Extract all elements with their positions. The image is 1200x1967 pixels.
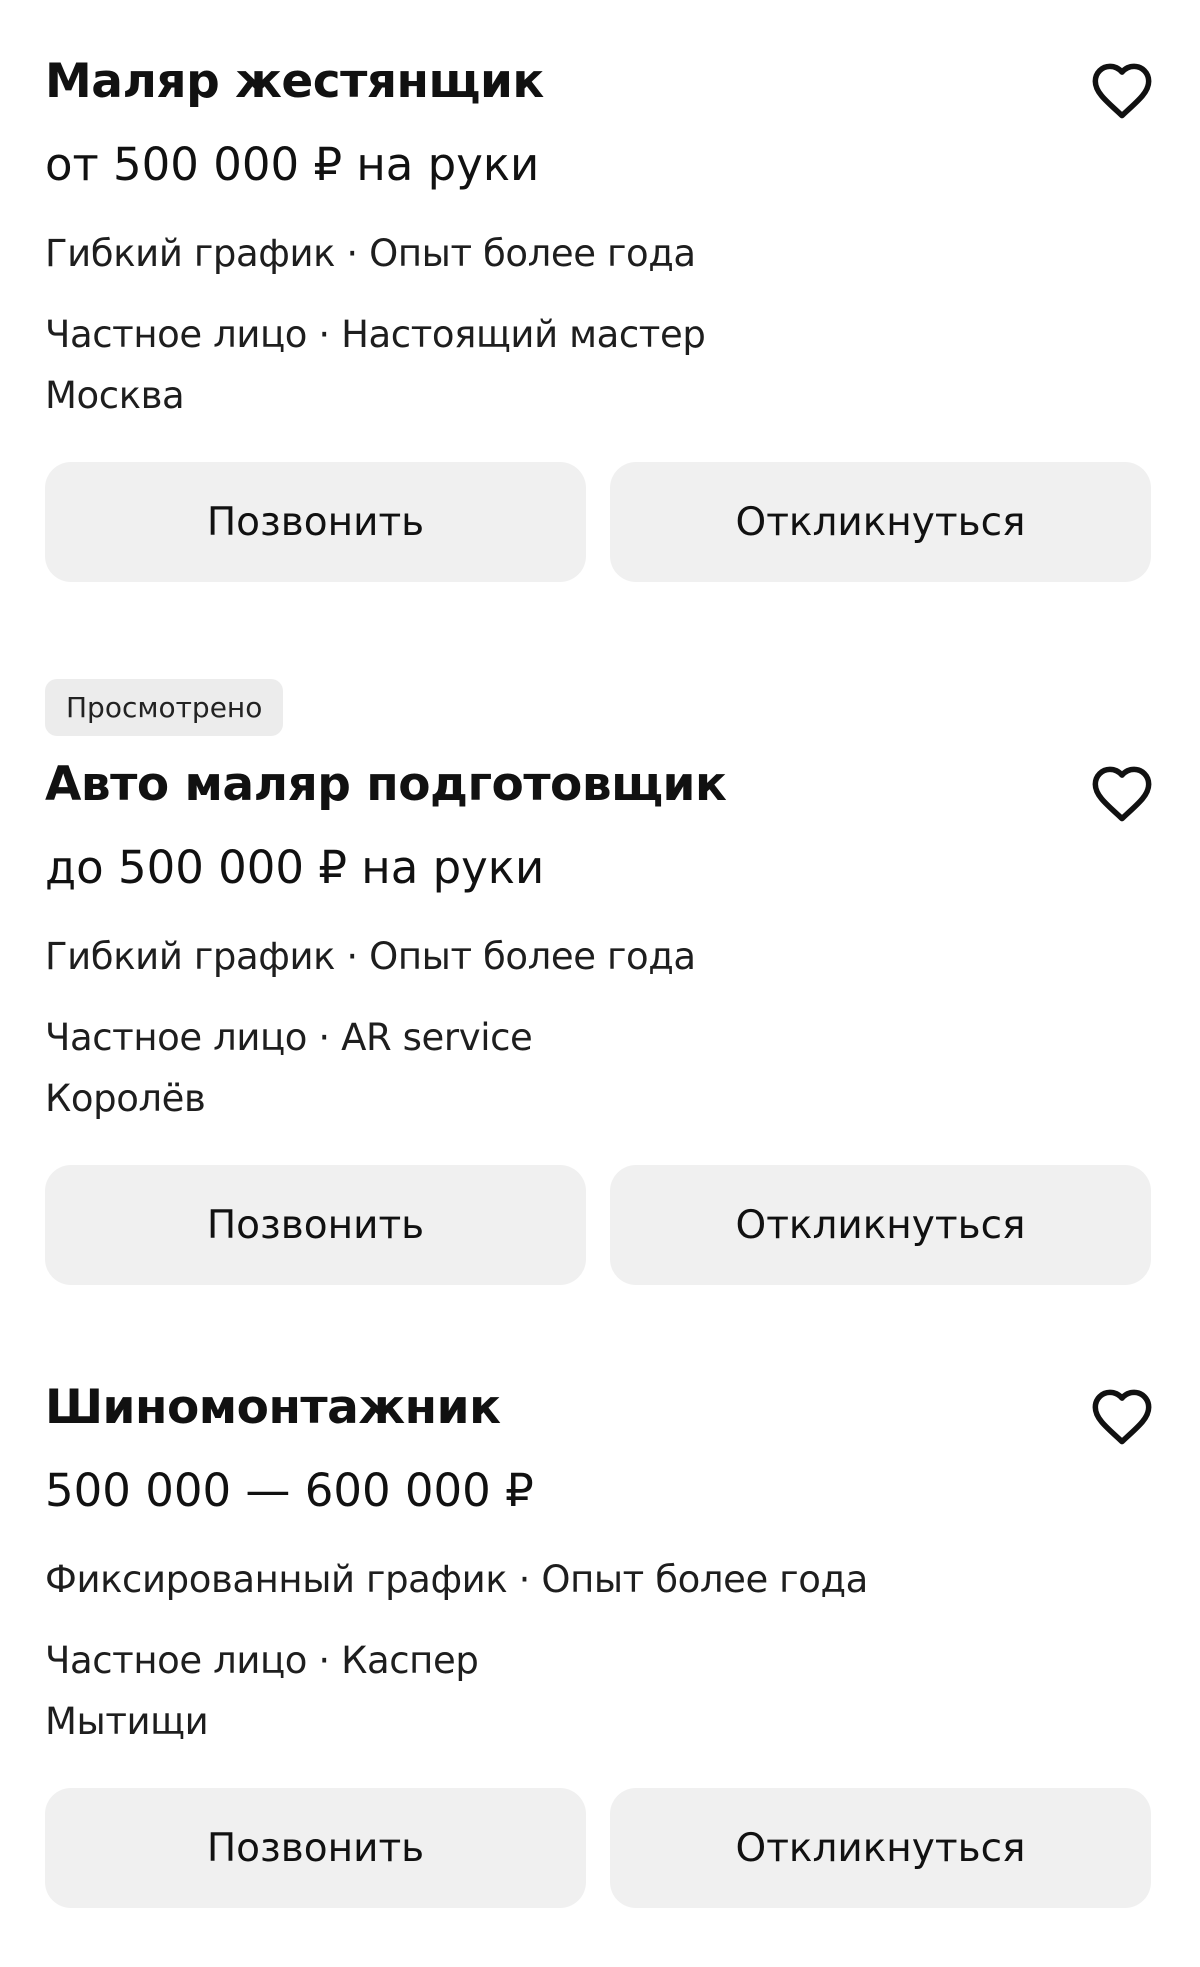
vacancy-salary: от 500 000 ₽ на руки	[45, 138, 540, 191]
call-button[interactable]: Позвонить	[45, 1788, 586, 1908]
vacancy-city: Королёв	[45, 1077, 206, 1120]
vacancy-city: Мытищи	[45, 1700, 209, 1743]
viewed-badge: Просмотрено	[45, 679, 284, 736]
vacancy-salary: 500 000 — 600 000 ₽	[45, 1464, 534, 1517]
heart-icon[interactable]	[1089, 59, 1155, 121]
vacancy-employer[interactable]: Частное лицо · Настоящий мастер	[45, 311, 706, 359]
call-button[interactable]: Позвонить	[45, 462, 586, 582]
vacancy-employer[interactable]: Частное лицо · Каспер	[45, 1637, 479, 1685]
vacancy-schedule: Фиксированный график · Опыт более года	[45, 1558, 868, 1601]
reply-button[interactable]: Откликнуться	[610, 462, 1151, 582]
vacancy-city: Москва	[45, 374, 185, 417]
heart-icon[interactable]	[1089, 1385, 1155, 1447]
vacancy-schedule: Гибкий график · Опыт более года	[45, 232, 696, 275]
reply-button[interactable]: Откликнуться	[610, 1165, 1151, 1285]
heart-icon[interactable]	[1089, 762, 1155, 824]
vacancy-title[interactable]: Маляр жестянщик	[45, 52, 544, 112]
reply-button[interactable]: Откликнуться	[610, 1788, 1151, 1908]
vacancy-title[interactable]: Авто маляр подготовщик	[45, 755, 727, 815]
vacancy-card[interactable]: Просмотрено Авто маляр подготовщик до 50…	[45, 640, 1153, 1300]
vacancy-salary: до 500 000 ₽ на руки	[45, 841, 545, 894]
vacancy-title[interactable]: Шиномонтажник	[45, 1378, 501, 1438]
vacancy-card[interactable]: Шиномонтажник 500 000 — 600 000 ₽ Фиксир…	[45, 1340, 1153, 1940]
call-button[interactable]: Позвонить	[45, 1165, 586, 1285]
vacancy-employer[interactable]: Частное лицо · AR service	[45, 1014, 533, 1062]
vacancy-schedule: Гибкий график · Опыт более года	[45, 935, 696, 978]
vacancy-card[interactable]: Маляр жестянщик от 500 000 ₽ на руки Гиб…	[45, 0, 1153, 600]
